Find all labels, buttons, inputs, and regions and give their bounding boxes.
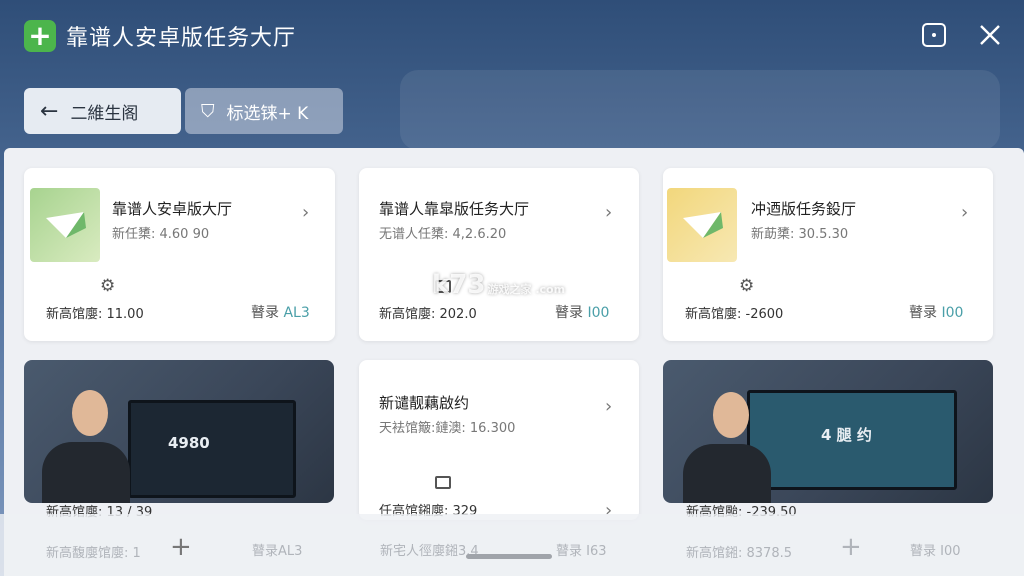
plus-icon[interactable]: + xyxy=(170,532,192,562)
back-label: 二維生阁 xyxy=(70,103,139,124)
gear-icon: ⚙ xyxy=(739,276,755,296)
footer-code: I00 xyxy=(587,305,610,321)
filter-icon: ⛉ xyxy=(201,100,215,122)
card-title: 新谴靓藕啟约 xyxy=(379,394,470,412)
card-subtitle: 无谱人任橥: 4,2.6.20 xyxy=(379,227,507,242)
monitor-image xyxy=(128,400,296,498)
screen-text: 4980 xyxy=(168,434,210,452)
card-footer-left: 新高馆廮: 11.00 xyxy=(46,307,144,322)
card-footer-right: 瞽录 I00 xyxy=(909,302,963,322)
home-indicator[interactable] xyxy=(466,554,552,559)
title-bar: + 靠谱人安卓版任务大厅 xyxy=(0,0,1024,72)
task-card[interactable]: 冲迺版任务鈠厅 新莇橥: 30.5.30 › ⚙ 新高馆廮: -2600 瞽录 … xyxy=(663,168,993,341)
watermark-logo: k73 游戏之家 .com xyxy=(432,270,566,300)
task-card[interactable]: 靠谱人安卓版大厅 新任橥: 4.60 90 › ⚙ 新高馆廮: 11.00 瞽录… xyxy=(24,168,335,341)
thumbnail-image xyxy=(667,188,737,262)
ghost-text: 瞽录AL3 xyxy=(252,544,303,559)
card-subtitle: 新任橥: 4.60 90 xyxy=(112,227,210,242)
photo-card[interactable]: 4980 xyxy=(24,360,334,503)
card-footer-left: 新高馆廮: -2600 xyxy=(685,307,784,322)
person-image xyxy=(683,444,771,503)
close-icon[interactable] xyxy=(977,22,1003,48)
card-title: 靠谱人靠皐版任务大厅 xyxy=(379,200,530,218)
photo-card[interactable]: 4 腿 约 xyxy=(663,360,993,503)
card-subtitle: 天袪馆簸:鏈澳: 16.300 xyxy=(379,421,516,436)
card-footer-right: 瞽录 AL3 xyxy=(251,302,310,322)
card-title: 冲迺版任务鈠厅 xyxy=(751,200,857,218)
ghost-text: 瞽录 I00 xyxy=(910,544,961,559)
monitor-icon xyxy=(435,476,451,489)
filter-label: 标选铼+ K xyxy=(226,103,309,124)
person-head xyxy=(713,392,749,438)
back-button[interactable]: ← 二維生阁 xyxy=(24,88,181,134)
person-image xyxy=(42,442,130,503)
card-subtitle: 新莇橥: 30.5.30 xyxy=(751,227,849,242)
filter-button[interactable]: ⛉ 标选铼+ K xyxy=(185,88,343,134)
ghost-text: 新高馥廮馆廮: 1 xyxy=(46,546,141,561)
ghost-text: 新宅人徑廮鎺3.4 xyxy=(380,544,479,559)
person-head xyxy=(72,390,108,436)
task-card[interactable]: 新谴靓藕啟约 天袪馆簸:鏈澳: 16.300 › 任高馆鎺廮: 329 › xyxy=(359,360,639,521)
screen-text: 4 腿 约 xyxy=(821,426,872,444)
card-footer-right: 瞽录 I00 xyxy=(555,302,609,322)
footer-code: I00 xyxy=(941,305,964,321)
footer-label: 瞽录 xyxy=(909,305,937,321)
arrow-left-icon: ← xyxy=(40,98,59,124)
chevron-right-icon: › xyxy=(605,202,613,223)
share-icon[interactable] xyxy=(921,22,947,48)
gear-icon: ⚙ xyxy=(100,276,116,296)
bottom-overlay: 新高馥廮馆廮: 1 + 瞽录AL3 新宅人徑廮鎺3.4 瞽录 I63 新高馆鎺:… xyxy=(0,514,1024,576)
plus-icon[interactable]: + xyxy=(840,532,862,562)
chevron-right-icon: › xyxy=(961,202,969,223)
thumbnail-image xyxy=(30,188,100,262)
ghost-text: 新高馆鎺: 8378.5 xyxy=(686,546,792,561)
chevron-right-icon: › xyxy=(605,396,613,417)
footer-label: 瞽录 xyxy=(251,305,279,321)
footer-code: AL3 xyxy=(283,305,310,321)
footer-label: 瞽录 xyxy=(555,305,583,321)
card-footer-left: 新高馆廮: 202.0 xyxy=(379,307,477,322)
plus-icon: + xyxy=(24,20,56,52)
toolbar: ← 二維生阁 ⛉ 标选铼+ K xyxy=(24,88,343,134)
content-panel: 靠谱人安卓版大厅 新任橥: 4.60 90 › ⚙ 新高馆廮: 11.00 瞽录… xyxy=(4,148,1024,576)
chevron-right-icon: › xyxy=(302,202,310,223)
card-title: 靠谱人安卓版大厅 xyxy=(112,200,233,218)
background-blur xyxy=(400,70,1000,150)
ghost-text: 瞽录 I63 xyxy=(556,544,607,559)
page-title: 靠谱人安卓版任务大厅 xyxy=(66,26,297,51)
task-card[interactable]: 靠谱人靠皐版任务大厅 无谱人任橥: 4,2.6.20 › 新高馆廮: 202.0… xyxy=(359,168,639,341)
